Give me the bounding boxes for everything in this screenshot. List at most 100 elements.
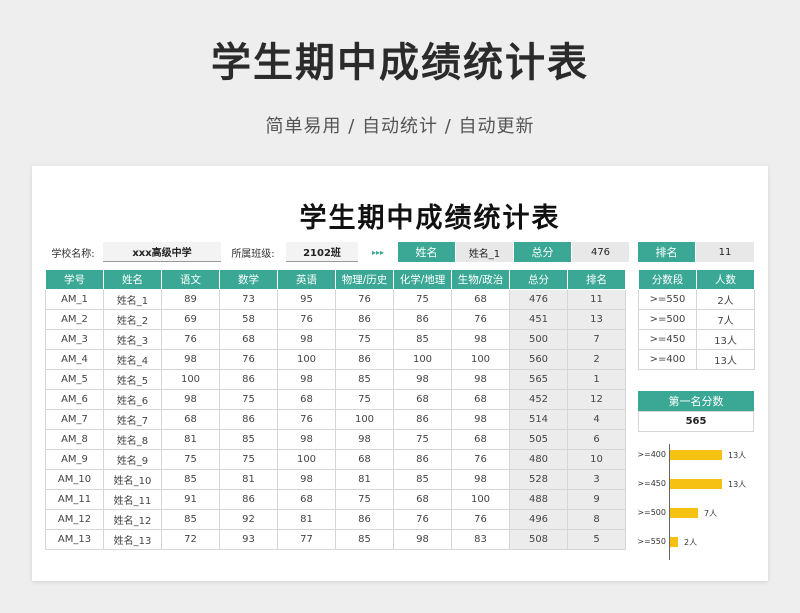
table-cell[interactable]: 6 [567,429,626,450]
column-header[interactable]: 数学 [219,269,278,290]
table-cell[interactable]: 姓名_7 [103,409,162,430]
table-cell[interactable]: 98 [393,369,452,390]
table-cell[interactable]: AM_1 [45,289,104,310]
table-cell[interactable]: 92 [219,509,278,530]
table-cell[interactable]: 98 [277,469,336,490]
table-cell[interactable]: 76 [451,449,510,470]
table-cell[interactable]: 85 [393,469,452,490]
table-cell[interactable]: 98 [451,409,510,430]
table-cell[interactable]: AM_11 [45,489,104,510]
table-cell[interactable]: 75 [335,329,394,350]
table-cell[interactable]: 86 [335,509,394,530]
table-cell[interactable]: 452 [509,389,568,410]
table-cell[interactable]: 73 [219,289,278,310]
table-cell[interactable]: AM_6 [45,389,104,410]
table-cell[interactable]: 68 [393,389,452,410]
table-cell[interactable]: 75 [393,429,452,450]
table-cell[interactable]: 100 [277,449,336,470]
table-cell[interactable]: 505 [509,429,568,450]
table-cell[interactable]: 86 [219,489,278,510]
table-cell[interactable]: 76 [277,409,336,430]
table-cell[interactable]: 76 [161,329,220,350]
table-cell[interactable]: 98 [161,349,220,370]
table-cell[interactable]: 560 [509,349,568,370]
table-cell[interactable]: 98 [451,329,510,350]
column-header[interactable]: 语文 [161,269,220,290]
column-header[interactable]: 化学/地理 [393,269,452,290]
table-cell[interactable]: 500 [509,329,568,350]
name-lookup-value[interactable]: 姓名_1 [456,242,513,262]
table-cell[interactable]: 81 [335,469,394,490]
table-cell[interactable]: 98 [161,389,220,410]
column-header[interactable]: 物理/历史 [335,269,394,290]
table-cell[interactable]: >=400 [638,349,697,370]
table-cell[interactable]: 75 [335,389,394,410]
table-cell[interactable]: AM_13 [45,529,104,550]
table-cell[interactable]: 86 [219,409,278,430]
table-cell[interactable]: 76 [451,509,510,530]
table-cell[interactable]: 7人 [696,309,755,330]
table-cell[interactable]: 85 [161,509,220,530]
table-cell[interactable]: AM_8 [45,429,104,450]
table-cell[interactable]: 58 [219,309,278,330]
table-cell[interactable]: 100 [277,349,336,370]
table-cell[interactable]: 3 [567,469,626,490]
table-cell[interactable]: 83 [451,529,510,550]
table-cell[interactable]: 姓名_5 [103,369,162,390]
table-cell[interactable]: 85 [335,529,394,550]
table-cell[interactable]: 姓名_10 [103,469,162,490]
table-cell[interactable]: 98 [393,529,452,550]
table-cell[interactable]: AM_3 [45,329,104,350]
table-cell[interactable]: 9 [567,489,626,510]
column-header[interactable]: 学号 [45,269,104,290]
table-cell[interactable]: AM_4 [45,349,104,370]
table-cell[interactable]: 10 [567,449,626,470]
table-cell[interactable]: 姓名_11 [103,489,162,510]
column-header[interactable]: 总分 [509,269,568,290]
table-cell[interactable]: 75 [219,449,278,470]
class-value[interactable]: 2102班 [286,242,358,262]
table-cell[interactable]: 86 [393,309,452,330]
table-cell[interactable]: 4 [567,409,626,430]
table-cell[interactable]: 98 [277,329,336,350]
column-header[interactable]: 人数 [696,269,755,290]
table-cell[interactable]: AM_2 [45,309,104,330]
table-cell[interactable]: AM_5 [45,369,104,390]
table-cell[interactable]: 81 [161,429,220,450]
column-header[interactable]: 生物/政治 [451,269,510,290]
table-cell[interactable]: 5 [567,529,626,550]
table-cell[interactable]: 7 [567,329,626,350]
table-cell[interactable]: 68 [219,329,278,350]
table-cell[interactable]: 86 [393,449,452,470]
table-cell[interactable]: 76 [393,509,452,530]
table-cell[interactable]: 508 [509,529,568,550]
table-cell[interactable]: 68 [335,449,394,470]
table-cell[interactable]: 13 [567,309,626,330]
table-cell[interactable]: 81 [219,469,278,490]
table-cell[interactable]: 姓名_1 [103,289,162,310]
table-cell[interactable]: 488 [509,489,568,510]
table-cell[interactable]: 85 [161,469,220,490]
table-cell[interactable]: 100 [393,349,452,370]
table-cell[interactable]: 8 [567,509,626,530]
table-cell[interactable]: 98 [451,469,510,490]
table-cell[interactable]: 68 [451,429,510,450]
table-cell[interactable]: 98 [451,369,510,390]
table-cell[interactable]: 69 [161,309,220,330]
table-cell[interactable]: 93 [219,529,278,550]
table-cell[interactable]: 姓名_3 [103,329,162,350]
table-cell[interactable]: 75 [393,289,452,310]
table-cell[interactable]: 565 [509,369,568,390]
table-cell[interactable]: 13人 [696,329,755,350]
column-header[interactable]: 分数段 [638,269,697,290]
table-cell[interactable]: 姓名_9 [103,449,162,470]
table-cell[interactable]: 68 [393,489,452,510]
table-cell[interactable]: AM_9 [45,449,104,470]
table-cell[interactable]: 76 [277,309,336,330]
table-cell[interactable]: 姓名_8 [103,429,162,450]
table-cell[interactable]: 85 [393,329,452,350]
table-cell[interactable]: 98 [277,369,336,390]
table-cell[interactable]: 480 [509,449,568,470]
table-cell[interactable]: 姓名_12 [103,509,162,530]
table-cell[interactable]: 100 [451,489,510,510]
